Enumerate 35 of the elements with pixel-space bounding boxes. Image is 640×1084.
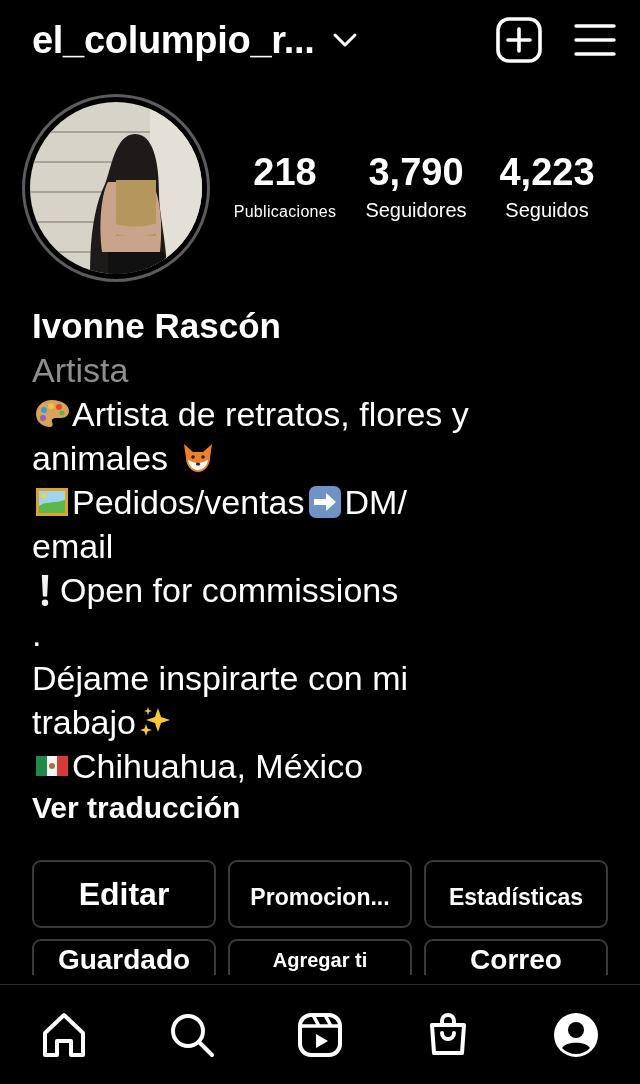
bio-text: Chihuahua, México (72, 746, 364, 787)
translate-link[interactable]: Ver traducción (32, 788, 241, 828)
profile-name: Ivonne Rascón (32, 305, 281, 347)
add-icon[interactable] (496, 17, 542, 63)
bio-text: Artista de retratos, flores y (72, 394, 469, 435)
stat-count[interactable]: 4,223 (499, 150, 595, 194)
profile-icon[interactable] (552, 1011, 600, 1059)
home-icon[interactable] (40, 1011, 88, 1059)
bio-text: trabajo (32, 702, 136, 743)
menu-icon[interactable] (574, 23, 616, 57)
stat-label[interactable]: Seguidos (505, 196, 589, 224)
bio-text: Déjame inspirarte con mi (32, 658, 409, 699)
stat-count[interactable]: 218 (253, 150, 317, 194)
profile-button[interactable]: Promocion... (228, 860, 412, 928)
bio-text: Open for commissions (60, 570, 399, 611)
profile-button[interactable]: Agregar ti (228, 939, 412, 975)
exclamation-icon (40, 574, 50, 606)
bio-text: Pedidos/ventas (72, 482, 305, 523)
search-icon[interactable] (168, 1011, 216, 1059)
stat-label[interactable]: Seguidores (365, 196, 467, 224)
bio-text: animales (32, 438, 169, 479)
bio-text: . (32, 614, 42, 655)
profile-button[interactable]: Correo (424, 939, 608, 975)
profile-button[interactable]: Editar (32, 860, 216, 928)
profile-button[interactable]: Estadísticas (424, 860, 608, 928)
reels-icon[interactable] (296, 1011, 344, 1059)
avatar-ring[interactable] (22, 94, 210, 282)
bio-text: DM/ (344, 482, 407, 523)
profile-button[interactable]: Guardado (32, 939, 216, 975)
chevron-down-icon[interactable] (332, 32, 359, 48)
bio-text: email (32, 526, 114, 567)
stat-label[interactable]: Publicaciones (233, 198, 337, 226)
stat-count[interactable]: 3,790 (368, 150, 464, 194)
category-label: Artista (32, 350, 129, 391)
username[interactable]: el_columpio_r... (32, 18, 315, 62)
